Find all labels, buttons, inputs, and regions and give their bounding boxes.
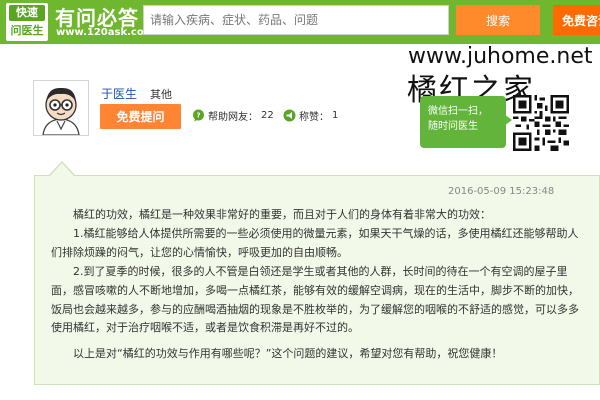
promo-line-2: 随时问医生 <box>428 121 478 132</box>
praise-count: 1 <box>332 110 339 121</box>
logo-bottom-text: 问医生 <box>10 24 44 37</box>
site-header: 快速 问医生 有问必答 www.120ask.com 搜索 免费咨询 <box>0 0 600 44</box>
answer-point-1: 1.橘红能够给人体提供所需要的一些必须使用的微量元素，如果天干气燥的话，多使用橘… <box>51 227 579 259</box>
megaphone-icon <box>283 109 296 122</box>
logo-top-text: 快速 <box>9 5 45 21</box>
free-ask-button[interactable]: 免费提问 <box>100 104 181 129</box>
praise-label: 称赞： <box>299 112 329 123</box>
answer-box-pointer-fill <box>50 163 74 176</box>
praise-stat: 称赞： 1 <box>283 108 338 123</box>
promo-line-1: 微信扫一扫， <box>428 106 488 117</box>
helped-label: 帮助网友： <box>208 112 258 123</box>
doctor-cartoon-icon <box>42 87 80 136</box>
search-button[interactable]: 搜索 <box>456 5 540 35</box>
doctor-department: 其他 <box>150 88 172 101</box>
helped-stat: ? 帮助网友： 22 <box>192 108 274 123</box>
answer-point-2: 2.到了夏季的时候，很多的人不管是白领还是学生或者其他的人群，长时间的待在一个有… <box>51 265 579 335</box>
search-input[interactable] <box>143 5 449 35</box>
answer-intro: 橘红的功效，橘红是一种效果非常好的重要，而且对于人们的身体有着非常大的功效： <box>73 208 491 221</box>
doctor-avatar[interactable] <box>33 80 89 136</box>
promo-arrow <box>504 114 512 126</box>
answer-timestamp: 2016-05-09 15:23:48 <box>448 186 555 197</box>
helped-count: 22 <box>261 110 274 121</box>
answer-closing: 以上是对“橘红的功效与作用有哪些呢？”这个问题的建议，希望对您有帮助，祝您健康！ <box>73 347 503 360</box>
wechat-promo[interactable]: 微信扫一扫， 随时问医生 <box>420 96 506 148</box>
chat-bubble-icon: ? <box>193 109 204 122</box>
site-logo[interactable]: 快速 问医生 <box>6 3 48 41</box>
qr-code-icon[interactable] <box>513 95 569 151</box>
free-consult-button[interactable]: 免费咨询 <box>553 5 600 35</box>
brand-url[interactable]: www.120ask.com <box>56 27 154 38</box>
svg-text:?: ? <box>196 112 200 120</box>
doctor-name[interactable]: 于医生 <box>101 85 137 102</box>
